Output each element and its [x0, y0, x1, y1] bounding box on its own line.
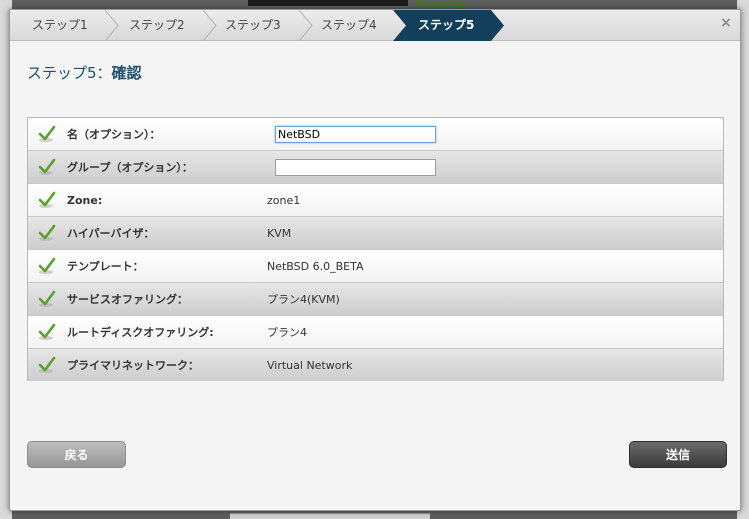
review-row-name: 名（オプション）： — [28, 118, 723, 151]
check-icon — [38, 323, 56, 340]
review-row-value: zone1 — [267, 194, 301, 207]
tab-step-5-label: ステップ5 — [418, 18, 475, 32]
review-row-label: Zone: — [67, 194, 103, 207]
review-row-value: Virtual Network — [267, 359, 353, 372]
close-icon[interactable]: × — [718, 15, 734, 31]
review-row-value: プラン4 — [267, 326, 307, 339]
tab-step-3[interactable]: ステップ3 — [204, 10, 313, 41]
review-row-label: プライマリネットワーク： — [67, 359, 199, 372]
add-instance-dialog: ステップ1 ステップ2 ステップ3 ステップ4 ステップ5 × ステップ5：確認… — [9, 9, 741, 511]
check-icon — [38, 125, 56, 142]
tab-step-4[interactable]: ステップ4 — [300, 10, 409, 41]
tab-step-4-label: ステップ4 — [321, 18, 377, 32]
name-input[interactable] — [275, 126, 436, 143]
review-row-service-offering: サービスオファリング： プラン4(KVM) — [28, 283, 723, 316]
check-icon — [38, 290, 56, 307]
page-title-main: 確認 — [111, 64, 142, 82]
check-icon — [38, 191, 56, 208]
tab-step-2-label: ステップ2 — [129, 18, 185, 32]
review-row-zone: Zone: zone1 — [28, 184, 723, 217]
review-row-hypervisor: ハイパーバイザ： KVM — [28, 217, 723, 250]
page-title: ステップ5：確認 — [27, 62, 142, 83]
review-row-value: プラン4(KVM) — [267, 293, 340, 306]
review-row-label: サービスオファリング： — [67, 293, 188, 306]
review-row-label: ルートディスクオファリング: — [67, 326, 214, 339]
review-row-value: KVM — [267, 227, 292, 240]
tab-step-3-label: ステップ3 — [225, 18, 281, 32]
review-row-template: テンプレート： NetBSD 6.0_BETA — [28, 250, 723, 283]
review-row-label: グループ（オプション）： — [67, 161, 193, 174]
submit-button[interactable]: 送信 — [629, 441, 727, 468]
tab-step-1[interactable]: ステップ1 — [10, 10, 119, 41]
check-icon — [38, 257, 56, 274]
background-footer — [230, 513, 430, 519]
background-header-bar — [248, 0, 408, 6]
wizard-steps: ステップ1 ステップ2 ステップ3 ステップ4 ステップ5 × — [10, 10, 740, 41]
tab-step-2[interactable]: ステップ2 — [108, 10, 217, 41]
review-row-label: 名（オプション）： — [67, 128, 161, 141]
tab-step-5[interactable]: ステップ5 — [393, 10, 505, 41]
review-row-network: プライマリネットワーク： Virtual Network — [28, 349, 723, 381]
check-icon — [38, 356, 56, 373]
review-row-label: ハイパーバイザ： — [67, 227, 155, 240]
review-row-value: NetBSD 6.0_BETA — [267, 260, 364, 273]
tab-step-1-label: ステップ1 — [32, 18, 88, 32]
group-input[interactable] — [275, 159, 436, 176]
check-icon — [38, 158, 56, 175]
check-icon — [38, 224, 56, 241]
page-title-prefix: ステップ5： — [27, 64, 112, 82]
review-row-group: グループ（オプション）： — [28, 151, 723, 184]
back-button[interactable]: 戻る — [27, 441, 126, 468]
review-row-label: テンプレート： — [67, 260, 144, 273]
review-table: 名（オプション）： グループ（オプション）： Zone: zone1 ハイパーバ… — [27, 117, 724, 381]
review-row-disk-offering: ルートディスクオファリング: プラン4 — [28, 316, 723, 349]
